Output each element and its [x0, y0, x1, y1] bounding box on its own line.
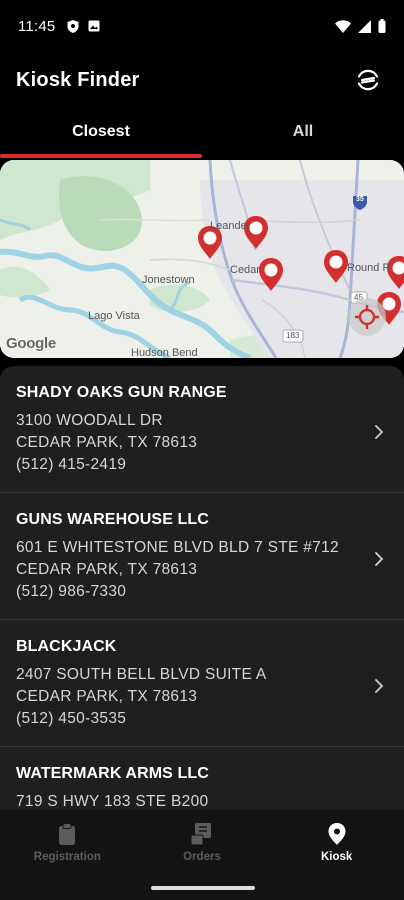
kiosk-list-item[interactable]: GUNS WAREHOUSE LLC 601 E WHITESTONE BLVD…	[0, 493, 404, 620]
kiosk-list-item[interactable]: BLACKJACK 2407 SOUTH BELL BLVD SUITE A C…	[0, 620, 404, 747]
kiosk-city: CEDAR PARK, TX 78613	[16, 561, 198, 578]
nav-registration-label: Registration	[33, 851, 101, 863]
kiosk-address: 3100 WOODALL DR	[16, 412, 163, 429]
kiosk-list-item[interactable]: WATERMARK ARMS LLC 719 S HWY 183 STE B20…	[0, 747, 404, 810]
home-indicator[interactable]	[151, 886, 255, 890]
map-label-lago-vista: Lago Vista	[88, 310, 140, 322]
image-notification-icon	[88, 20, 100, 32]
kiosk-name: WATERMARK ARMS LLC	[16, 765, 209, 782]
kiosk-address: 601 E WHITESTONE BLVD BLD 7 STE #712	[16, 539, 339, 556]
sync-icon	[357, 69, 379, 91]
map-label-hudson-bend: Hudson Bend	[131, 347, 198, 359]
shield-icon	[67, 19, 79, 33]
app-bar: Kiosk Finder	[0, 52, 404, 108]
tab-indicator	[0, 154, 202, 158]
bottom-nav: Registration Orders Kiosk	[0, 810, 404, 900]
locate-me-button[interactable]	[348, 298, 386, 336]
chevron-right-icon	[375, 424, 384, 439]
clipboard-icon	[59, 823, 76, 845]
tab-all[interactable]: All	[202, 108, 404, 156]
status-time: 11:45	[18, 17, 56, 35]
tab-all-label: All	[292, 123, 314, 140]
map-label-cedar: Cedar	[230, 264, 260, 276]
nav-kiosk[interactable]: Kiosk	[269, 810, 404, 876]
tab-closest[interactable]: Closest	[0, 108, 202, 158]
orders-icon	[190, 823, 211, 845]
chevron-right-icon	[375, 678, 384, 693]
battery-icon	[378, 19, 386, 33]
kiosk-list-item[interactable]: SHADY OAKS GUN RANGE 3100 WOODALL DR CED…	[0, 366, 404, 493]
nav-kiosk-label: Kiosk	[320, 851, 353, 863]
kiosk-phone: (512) 450-3535	[16, 710, 127, 727]
kiosk-city: CEDAR PARK, TX 78613	[16, 434, 198, 451]
map-label-hwy-183: 183	[286, 331, 300, 340]
map-canvas	[0, 160, 404, 358]
nav-orders-label: Orders	[183, 851, 221, 863]
chevron-right-icon	[375, 551, 384, 566]
map-label-jonestown: Jonestown	[142, 274, 195, 286]
wifi-icon	[335, 19, 351, 33]
map-label-round: Round R	[347, 262, 391, 274]
crosshair-icon	[355, 305, 379, 329]
kiosk-list[interactable]: SHADY OAKS GUN RANGE 3100 WOODALL DR CED…	[0, 366, 404, 810]
kiosk-address: 2407 SOUTH BELL BLVD SUITE A	[16, 666, 267, 683]
kiosk-name: SHADY OAKS GUN RANGE	[16, 384, 227, 401]
google-logo: Google	[6, 335, 56, 352]
map-label-leander: Leander	[210, 220, 251, 232]
page-title: Kiosk Finder	[16, 68, 140, 91]
kiosk-name: GUNS WAREHOUSE LLC	[16, 511, 209, 528]
sync-button[interactable]	[348, 60, 388, 100]
nav-registration[interactable]: Registration	[0, 810, 135, 876]
status-bar: 11:45	[0, 0, 404, 52]
tab-bar: Closest All	[0, 108, 404, 158]
kiosk-phone: (512) 415-2419	[16, 456, 127, 473]
nav-orders[interactable]: Orders	[135, 810, 270, 876]
tab-closest-label: Closest	[72, 123, 130, 140]
kiosk-phone: (512) 986-7330	[16, 583, 127, 600]
kiosk-city: CEDAR PARK, TX 78613	[16, 688, 198, 705]
kiosk-address: 719 S HWY 183 STE B200	[16, 793, 209, 810]
map-view[interactable]: Leander Cedar Round R Jonestown Lago Vis…	[0, 160, 404, 358]
location-pin-icon	[328, 823, 346, 845]
kiosk-name: BLACKJACK	[16, 638, 117, 655]
signal-icon	[358, 19, 371, 33]
map-label-hwy-35: 35	[356, 196, 364, 203]
